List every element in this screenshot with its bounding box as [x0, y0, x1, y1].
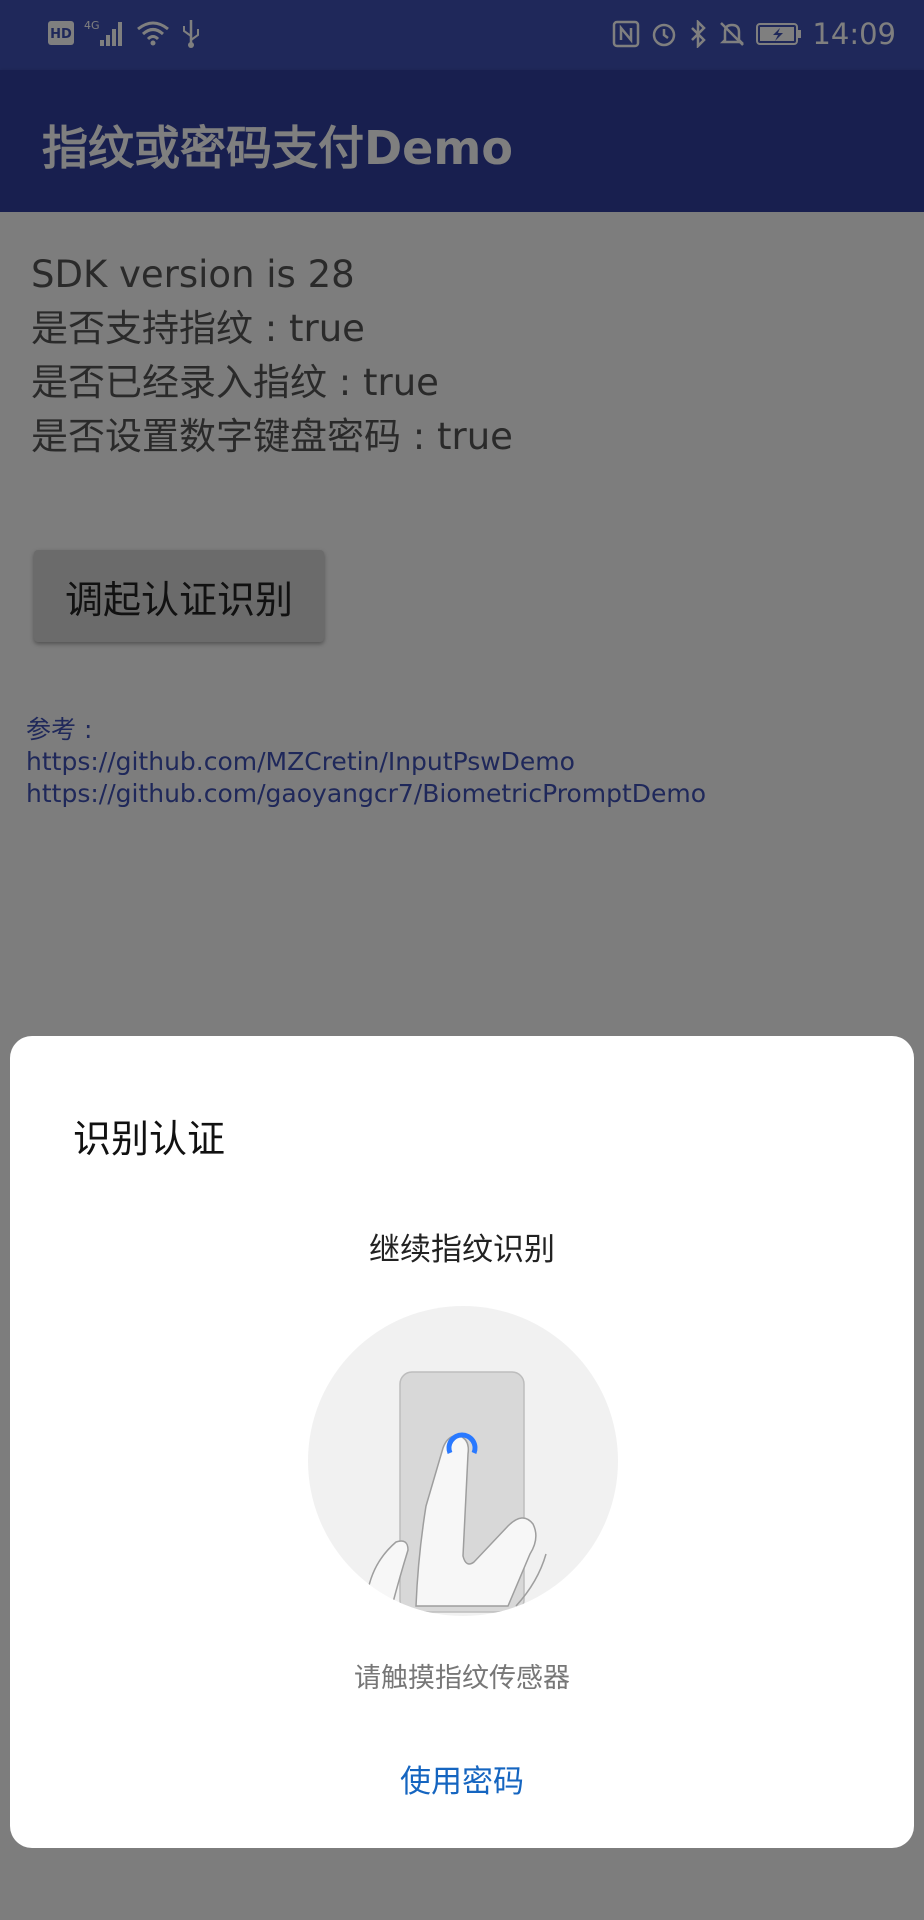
dialog-hint: 请触摸指纹传感器	[354, 1663, 570, 1694]
dialog-title: 识别认证	[73, 1117, 226, 1161]
authentication-dialog: 识别认证 继续指纹识别 请触摸指纹传感器 使用密码	[10, 1036, 914, 1848]
dialog-subtitle: 继续指纹识别	[369, 1232, 555, 1268]
fingerprint-illustration-icon	[308, 1306, 618, 1616]
fingerprint-sensor-illustration	[308, 1306, 618, 1616]
use-password-button[interactable]: 使用密码	[362, 1752, 562, 1812]
